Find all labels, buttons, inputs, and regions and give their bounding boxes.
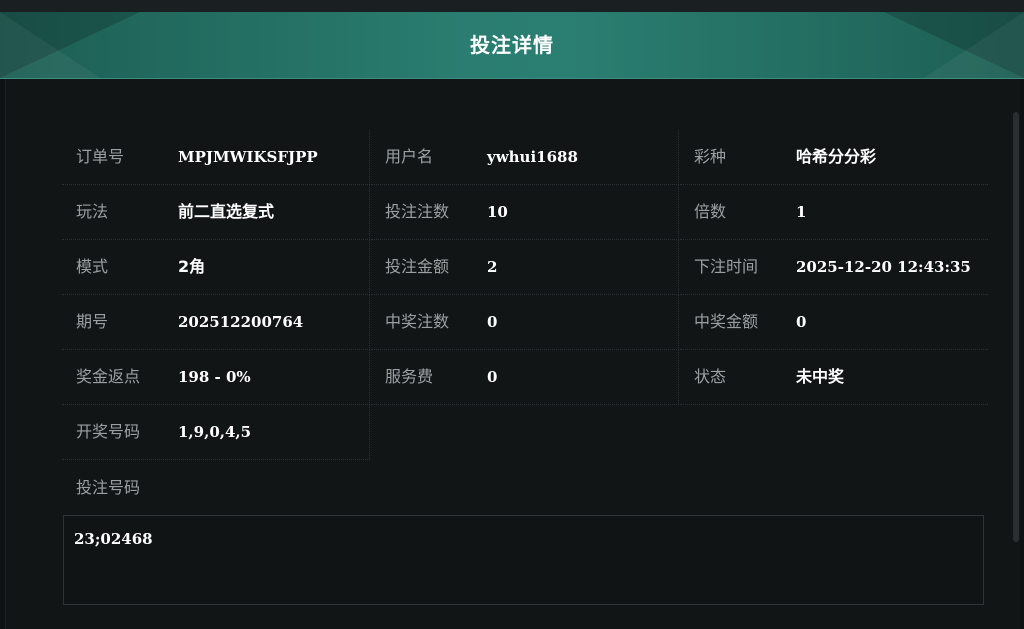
- field-value: 0: [487, 313, 498, 331]
- field-label: 模式: [76, 257, 109, 276]
- field-rebate: 奖金返点 198 - 0%: [62, 350, 370, 405]
- field-label: 下注时间: [694, 257, 759, 276]
- field-bet-count: 投注注数 10: [371, 185, 679, 240]
- field-bet-time: 下注时间 2025-12-20 12:43:35: [680, 240, 988, 295]
- field-bet-amount: 投注金额 2: [371, 240, 679, 295]
- field-winning-count: 中奖注数 0: [371, 295, 679, 350]
- field-order-number: 订单号 MPJMWIKSFJPP: [62, 130, 370, 185]
- field-value: 2025-12-20 12:43:35: [796, 258, 971, 276]
- field-value: 未中奖: [796, 367, 845, 386]
- field-value: 1,9,0,4,5: [178, 423, 252, 441]
- field-service-fee: 服务费 0: [371, 350, 679, 405]
- field-label: 倍数: [694, 202, 727, 221]
- field-label: 状态: [694, 367, 727, 386]
- field-draw-numbers: 开奖号码 1,9,0,4,5: [62, 405, 370, 460]
- field-label: 投注金额: [385, 257, 450, 276]
- field-status: 状态 未中奖: [680, 350, 988, 405]
- field-issue-number: 期号 202512200764: [62, 295, 370, 350]
- field-label: 奖金返点: [76, 367, 141, 386]
- field-label: 服务费: [385, 367, 434, 386]
- field-value: 10: [487, 203, 508, 221]
- field-value: 2: [487, 258, 498, 276]
- field-mode: 模式 2角: [62, 240, 370, 295]
- bet-numbers-value: 23;02468: [74, 530, 153, 548]
- field-label: 彩种: [694, 147, 727, 166]
- field-winning-amount: 中奖金额 0: [680, 295, 988, 350]
- field-label: 期号: [76, 312, 109, 331]
- field-value: 0: [796, 313, 807, 331]
- field-label: 用户名: [385, 147, 434, 166]
- field-label: 玩法: [76, 202, 109, 221]
- field-value: 2角: [178, 257, 206, 276]
- field-value: 202512200764: [178, 313, 304, 331]
- field-value: 198 - 0%: [178, 368, 251, 386]
- dialog-header: 投注详情: [0, 12, 1024, 79]
- field-value: 0: [487, 368, 498, 386]
- field-multiplier: 倍数 1: [680, 185, 988, 240]
- scrollbar[interactable]: [1013, 112, 1019, 542]
- field-lottery-type: 彩种 哈希分分彩: [680, 130, 988, 185]
- bet-numbers-label: 投注号码: [76, 478, 141, 497]
- field-label: 中奖金额: [694, 312, 759, 331]
- field-label: 中奖注数: [385, 312, 450, 331]
- bet-numbers-box[interactable]: 23;02468: [63, 515, 984, 605]
- field-username: 用户名 ywhui1688: [371, 130, 679, 185]
- field-value: MPJMWIKSFJPP: [178, 148, 318, 166]
- field-label: 投注注数: [385, 202, 450, 221]
- dialog-title: 投注详情: [470, 33, 554, 57]
- field-value: 1: [796, 203, 807, 221]
- field-label: 开奖号码: [76, 422, 141, 441]
- field-value: 前二直选复式: [178, 202, 275, 221]
- field-value: ywhui1688: [487, 148, 578, 166]
- field-value: 哈希分分彩: [796, 147, 877, 166]
- field-play-method: 玩法 前二直选复式: [62, 185, 370, 240]
- field-label: 订单号: [76, 147, 125, 166]
